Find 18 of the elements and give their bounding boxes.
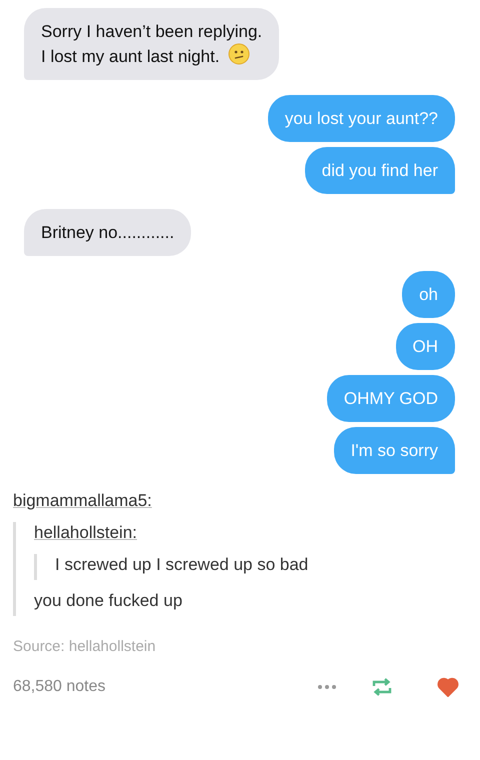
source-text: Source: hellahollstein [13, 637, 157, 657]
message-bubble: OH [396, 323, 455, 370]
message-bubble: Britney no............ [24, 209, 192, 256]
notes-count[interactable]: 68,580 notes [13, 674, 317, 698]
message-bubble: Sorry I haven’t been replying. I lost my aunt last night. [24, 8, 280, 80]
message-bubble: did you find her [304, 147, 455, 194]
more-icon[interactable] [317, 684, 337, 690]
post-text: I screwed up I screwed up so bad [55, 554, 310, 576]
heart-icon[interactable] [437, 676, 459, 696]
confused-face-icon [228, 43, 250, 65]
message-bubble: you lost your aunt?? [268, 95, 455, 142]
message-bubble: oh [402, 271, 455, 318]
post-text: you done fucked up [34, 590, 184, 612]
reblog-icon[interactable] [371, 676, 393, 696]
username-link[interactable]: bigmammallama5: [13, 490, 152, 512]
message-bubble: OHMY GOD [326, 375, 455, 422]
username-link[interactable]: hellahollstein: [34, 522, 138, 544]
message-bubble: I'm so sorry [334, 427, 455, 474]
